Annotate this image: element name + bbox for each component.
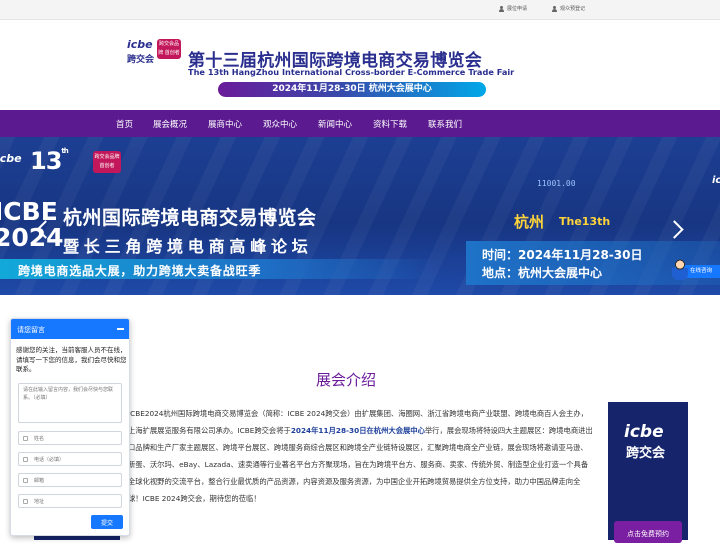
phone-field[interactable] [18,452,122,466]
logo-cn-text: 跨交会 [127,55,155,65]
site-logo[interactable]: icbe 跨交会 跨交会品牌 首创者 [127,38,183,78]
edition-suffix: th [61,147,68,155]
logo-icbe-text: icbe [127,38,153,51]
site-header: icbe 跨交会 跨交会品牌 首创者 第十三届杭州国际跨境电商交易博览会 The… [0,20,720,108]
user-icon [552,5,557,12]
visitor-register-link[interactable]: 观众预登记 [552,5,585,12]
banner-slogan: 跨境电商选品大展，助力跨境大卖备战旺季 [18,264,262,278]
address-field[interactable] [18,494,122,508]
banner-city: 杭州 [514,213,545,231]
banner-brand-badge: 跨交会品牌 首创者 [93,151,121,173]
nav-item-downloads[interactable]: 资料下载 [373,118,407,130]
person-icon [23,436,28,441]
nav-item-overview[interactable]: 展会概况 [153,118,187,130]
message-textarea[interactable] [18,383,122,423]
chat-offline-message: 感谢您的关注，当前客服人员不在线，请填写一下您的信息，我们会尽快和您联系。 [16,346,127,373]
banner-city-edition: The13th [559,215,611,228]
visitor-register-label: 观众预登记 [560,6,586,12]
minimize-icon[interactable] [117,328,124,330]
banner-place: 地点：杭州大会展中心 [482,266,603,280]
email-input[interactable] [34,476,119,485]
nav-item-visitors[interactable]: 观众中心 [263,118,297,130]
banner-edition: 13th [30,147,69,175]
name-input[interactable] [34,434,119,443]
nav-item-news[interactable]: 新闻中心 [318,118,352,130]
side-promo-card: icbe 跨交会 点击免费预约 [608,402,688,543]
brand-badge: 跨交会品牌 首创者 [157,39,181,59]
banner-title-1: 杭州国际跨境电商交易博览会 [63,207,317,229]
submit-button[interactable]: 提交 [91,515,123,529]
banner-icbe-logo: icbe [0,152,22,165]
hero-banner[interactable]: icbe 13th 跨交会品牌 首创者 ICBE 2024 杭州国际跨境电商交易… [0,137,720,295]
top-utility-bar: 展位申请 观众预登记 [0,0,720,20]
email-field[interactable] [18,473,122,487]
banner-title-2: 暨长三角跨境电商高峰论坛 [63,237,313,256]
chat-header[interactable]: 请您留言 [11,319,129,339]
carousel-prev-icon[interactable] [34,219,50,241]
mail-icon [23,478,28,483]
banner-icbe-logo-right: icbe [712,175,720,186]
exhibitor-apply-link[interactable]: 展位申请 [499,5,527,12]
carousel-next-icon[interactable] [668,219,684,241]
name-field[interactable] [18,431,122,445]
intro-part-2: 举行，展会现场将特设四大主题展区：跨境电商进出口品牌和生产厂家主题展区、跨境平台… [128,426,593,503]
intro-highlight: 2024年11月28-30日在杭州大会展中心 [290,426,425,435]
edition-number: 13 [30,147,62,175]
nav-item-exhibitors[interactable]: 展商中心 [208,118,242,130]
side-cn-logo: 跨交会 [626,446,666,461]
banner-digits: 11001.00 [537,179,576,188]
banner-time: 时间：2024年11月28-30日 [482,248,643,262]
chat-title: 请您留言 [17,326,45,334]
phone-icon [23,457,28,462]
banner-icbe-word: ICBE [0,197,58,226]
leave-message-widget: 请您留言 感谢您的关注，当前客服人员不在线，请填写一下您的信息，我们会尽快和您联… [10,318,130,536]
section-title: 展会介绍 [316,371,377,389]
exhibitor-apply-label: 展位申请 [507,6,528,12]
phone-input[interactable] [34,455,119,464]
banner-icbe-year: ICBE 2024 [0,199,64,251]
main-nav: 首页 展会概况 展商中心 观众中心 新闻中心 资料下载 联系我们 [0,110,720,137]
fair-intro-text: ICBE2024杭州国际跨境电商交易博览会（简称：ICBE 2024跨交会）由扩… [128,405,593,507]
address-input[interactable] [34,497,119,506]
service-agent-avatar [672,258,688,280]
location-icon [23,499,28,504]
nav-item-home[interactable]: 首页 [116,118,133,130]
fair-title-en: The 13th HangZhou International Cross-bo… [188,67,515,77]
date-venue-pill: 2024年11月28-30日 杭州大会展中心 [218,82,486,97]
user-icon [499,5,504,12]
side-icbe-logo: icbe [624,422,664,442]
nav-item-contact[interactable]: 联系我们 [428,118,462,130]
